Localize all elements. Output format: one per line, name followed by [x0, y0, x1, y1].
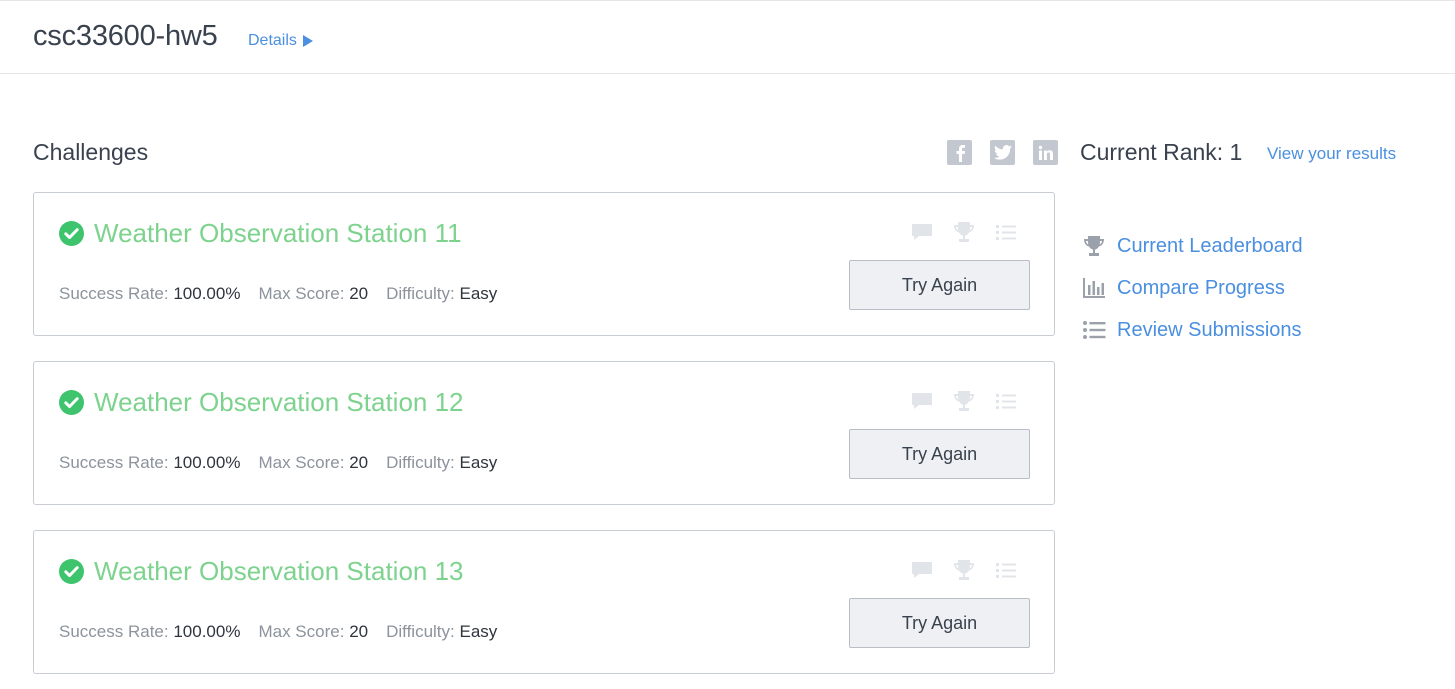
list-icon[interactable] — [994, 389, 1018, 413]
sidebar-link-label: Review Submissions — [1117, 318, 1302, 341]
difficulty-label: Difficulty: — [386, 284, 455, 303]
difficulty-label: Difficulty: — [386, 622, 455, 641]
list-icon[interactable] — [994, 220, 1018, 244]
linkedin-icon[interactable] — [1033, 140, 1058, 165]
max-score-label: Max Score: — [258, 622, 345, 641]
try-again-button[interactable]: Try Again — [849, 598, 1030, 648]
success-rate-value: 100.00% — [173, 453, 241, 472]
challenge-name-link[interactable]: Weather Observation Station 13 — [94, 556, 464, 587]
list-icon — [1083, 321, 1106, 339]
view-results-link[interactable]: View your results — [1267, 144, 1396, 164]
trophy-icon[interactable] — [952, 558, 976, 582]
challenge-card: Weather Observation Station 11 Success R… — [33, 192, 1055, 336]
compare-progress-link[interactable]: Compare Progress — [1082, 267, 1303, 309]
sidebar-link-label: Compare Progress — [1117, 276, 1285, 299]
challenge-stats: Success Rate: 100.00% Max Score: 20 Diff… — [59, 622, 497, 642]
challenge-card: Weather Observation Station 12 Success R… — [33, 361, 1055, 505]
max-score-value: 20 — [349, 622, 369, 641]
contest-sidebar: Current Leaderboard Compare Progress Rev… — [1082, 225, 1303, 351]
trophy-icon — [1084, 236, 1104, 256]
facebook-icon[interactable] — [947, 140, 972, 165]
challenge-name-link[interactable]: Weather Observation Station 11 — [94, 218, 462, 249]
try-again-button[interactable]: Try Again — [849, 260, 1030, 310]
list-icon[interactable] — [994, 558, 1018, 582]
challenge-card: Weather Observation Station 13 Success R… — [33, 530, 1055, 674]
max-score-label: Max Score: — [258, 453, 345, 472]
check-circle-icon — [59, 390, 84, 415]
success-rate-label: Success Rate: — [59, 622, 169, 641]
trophy-icon[interactable] — [952, 389, 976, 413]
review-submissions-link[interactable]: Review Submissions — [1082, 309, 1303, 351]
bar-chart-icon — [1083, 278, 1105, 298]
current-leaderboard-link[interactable]: Current Leaderboard — [1082, 225, 1303, 267]
max-score-value: 20 — [349, 453, 369, 472]
current-rank: Current Rank: 1 — [1080, 139, 1243, 165]
challenge-name-link[interactable]: Weather Observation Station 12 — [94, 387, 464, 418]
success-rate-value: 100.00% — [173, 622, 241, 641]
success-rate-value: 100.00% — [173, 284, 241, 303]
challenge-stats: Success Rate: 100.00% Max Score: 20 Diff… — [59, 453, 497, 473]
discussion-icon[interactable] — [910, 389, 934, 413]
details-link[interactable]: Details — [248, 32, 313, 50]
page-title: csc33600-hw5 — [33, 20, 218, 52]
success-rate-label: Success Rate: — [59, 453, 169, 472]
max-score-label: Max Score: — [258, 284, 345, 303]
difficulty-value: Easy — [459, 453, 498, 472]
max-score-value: 20 — [349, 284, 369, 303]
try-again-button[interactable]: Try Again — [849, 429, 1030, 479]
challenge-stats: Success Rate: 100.00% Max Score: 20 Diff… — [59, 284, 497, 304]
check-circle-icon — [59, 559, 84, 584]
difficulty-label: Difficulty: — [386, 453, 455, 472]
twitter-icon[interactable] — [990, 140, 1015, 165]
discussion-icon[interactable] — [910, 558, 934, 582]
difficulty-value: Easy — [459, 284, 498, 303]
details-label: Details — [248, 32, 297, 49]
check-circle-icon — [59, 221, 84, 246]
discussion-icon[interactable] — [910, 220, 934, 244]
play-arrow-icon — [302, 35, 313, 47]
sidebar-link-label: Current Leaderboard — [1117, 234, 1303, 257]
success-rate-label: Success Rate: — [59, 284, 169, 303]
contest-header: csc33600-hw5 Details — [0, 0, 1455, 74]
trophy-icon[interactable] — [952, 220, 976, 244]
challenges-heading: Challenges — [33, 139, 149, 165]
difficulty-value: Easy — [459, 622, 498, 641]
